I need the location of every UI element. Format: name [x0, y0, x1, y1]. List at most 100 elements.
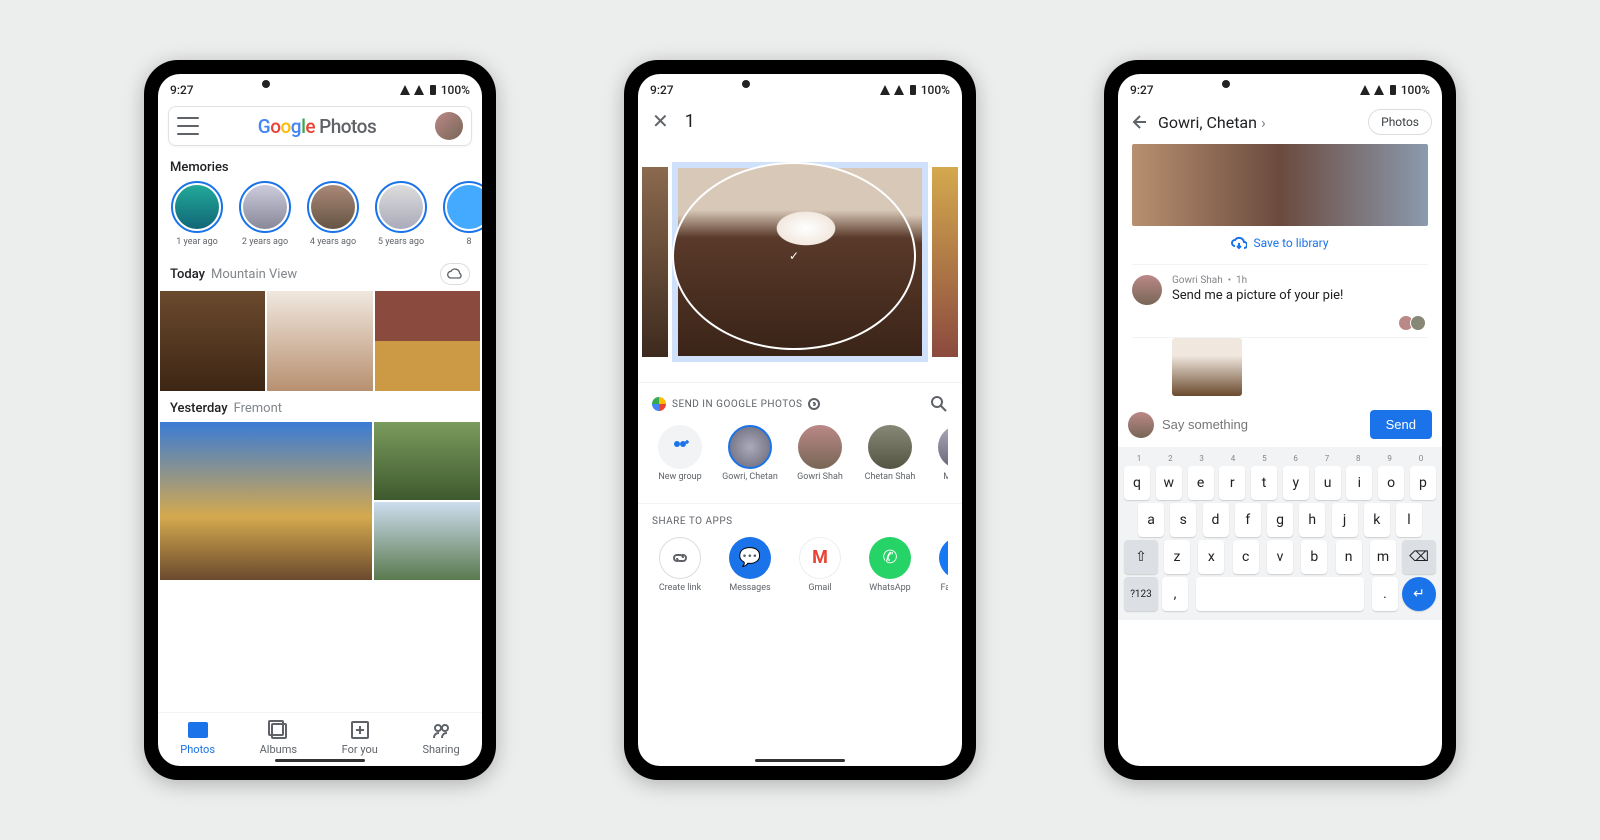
contact-item[interactable]: Chetan Shah	[862, 425, 918, 483]
shift-key[interactable]: ⇧	[1124, 540, 1158, 574]
app-create-link[interactable]: Create link	[652, 537, 708, 593]
google-photos-icon	[652, 397, 666, 411]
tab-sharing[interactable]: Sharing	[422, 719, 459, 756]
chat-title[interactable]: Gowri, Chetan›	[1158, 113, 1266, 132]
contact-item[interactable]: Mark Ch	[932, 425, 948, 483]
memory-item[interactable]: 5 years ago	[372, 181, 430, 247]
letter-key[interactable]: w	[1156, 466, 1182, 500]
send-button[interactable]: Send	[1370, 410, 1432, 439]
memory-item[interactable]: 2 years ago	[236, 181, 294, 247]
share-apps-label: SHARE TO APPS	[652, 516, 733, 527]
letter-key[interactable]: u	[1315, 466, 1341, 500]
shared-photo[interactable]	[1132, 144, 1428, 226]
memory-item[interactable]: 1 year ago	[168, 181, 226, 247]
memory-item[interactable]: 8	[440, 181, 482, 247]
comma-key[interactable]: ,	[1162, 577, 1188, 611]
key-hint: 3	[1189, 454, 1215, 463]
contacts-row: New group Gowri, Chetan Gowri Shah Cheta…	[652, 413, 948, 497]
backup-icon[interactable]	[440, 263, 470, 285]
search-icon[interactable]	[930, 395, 948, 413]
tab-albums[interactable]: Albums	[260, 719, 297, 756]
letter-key[interactable]: c	[1233, 540, 1259, 574]
letter-key[interactable]: n	[1336, 540, 1362, 574]
letter-key[interactable]: i	[1346, 466, 1372, 500]
sender-avatar[interactable]	[1132, 275, 1162, 305]
letter-key[interactable]: z	[1164, 540, 1190, 574]
help-icon[interactable]	[808, 398, 820, 410]
attached-photo[interactable]	[1172, 338, 1242, 396]
letter-key[interactable]: j	[1332, 503, 1358, 537]
app-gmail[interactable]: MGmail	[792, 537, 848, 593]
period-key[interactable]: .	[1372, 577, 1398, 611]
photo-selected[interactable]: ✓	[672, 162, 928, 362]
letter-key[interactable]: b	[1301, 540, 1327, 574]
selection-header: ✕ 1	[638, 100, 962, 142]
key-hint: 6	[1283, 454, 1309, 463]
letter-key[interactable]: t	[1251, 466, 1277, 500]
profile-avatar[interactable]	[435, 112, 463, 140]
tab-for-you[interactable]: For you	[342, 719, 378, 756]
letter-key[interactable]: h	[1299, 503, 1325, 537]
photo-thumb[interactable]	[267, 291, 372, 391]
letter-key[interactable]: o	[1378, 466, 1404, 500]
home-indicator	[275, 759, 365, 762]
status-bar: 9:27 100%	[638, 74, 962, 100]
letter-key[interactable]: y	[1283, 466, 1309, 500]
key-hint: 0	[1408, 454, 1434, 463]
letter-key[interactable]: l	[1396, 503, 1422, 537]
photo-thumb[interactable]	[160, 422, 372, 580]
back-icon[interactable]	[1128, 112, 1148, 132]
tab-photos[interactable]: Photos	[180, 719, 215, 756]
letter-key[interactable]: k	[1364, 503, 1390, 537]
backspace-key[interactable]: ⌫	[1402, 540, 1436, 574]
app-facebook[interactable]: fFacebook	[932, 537, 948, 593]
day-header-yesterday: Yesterday Fremont	[158, 391, 482, 422]
letter-key[interactable]: s	[1170, 503, 1196, 537]
status-icons: 100%	[399, 83, 470, 97]
symbols-key[interactable]: ?123	[1124, 577, 1158, 611]
status-time: 9:27	[650, 83, 674, 97]
key-hint: 8	[1345, 454, 1371, 463]
photo-grid-yesterday	[158, 422, 482, 580]
phone-share: 9:27 100% ✕ 1 ✓ SEND IN GOOGLE PHOTOS	[624, 60, 976, 780]
space-key[interactable]	[1196, 577, 1364, 611]
bottom-tabs: Photos Albums For you Sharing	[158, 712, 482, 766]
letter-key[interactable]: e	[1188, 466, 1214, 500]
new-group-button[interactable]: New group	[652, 425, 708, 483]
contact-item[interactable]: Gowri, Chetan	[722, 425, 778, 483]
photo-thumb[interactable]	[374, 502, 480, 580]
photo-thumb[interactable]	[374, 422, 480, 500]
composer-input[interactable]	[1162, 417, 1362, 432]
letter-key[interactable]: f	[1235, 503, 1261, 537]
photo-thumb[interactable]	[932, 167, 958, 357]
menu-icon[interactable]	[177, 117, 199, 135]
letter-key[interactable]: a	[1138, 503, 1164, 537]
photo-thumb[interactable]	[642, 167, 668, 357]
app-whatsapp[interactable]: ✆WhatsApp	[862, 537, 918, 593]
letter-key[interactable]: g	[1267, 503, 1293, 537]
search-bar[interactable]: Google Photos	[168, 106, 472, 146]
photo-thumb[interactable]	[160, 291, 265, 391]
letter-key[interactable]: v	[1267, 540, 1293, 574]
save-to-library[interactable]: Save to library	[1132, 226, 1428, 265]
letter-key[interactable]: m	[1370, 540, 1396, 574]
letter-key[interactable]: d	[1203, 503, 1229, 537]
send-label: SEND IN GOOGLE PHOTOS	[672, 399, 802, 410]
letter-key[interactable]: q	[1124, 466, 1150, 500]
letter-key[interactable]: x	[1198, 540, 1224, 574]
contact-item[interactable]: Gowri Shah	[792, 425, 848, 483]
letter-key[interactable]: r	[1219, 466, 1245, 500]
close-icon[interactable]: ✕	[652, 111, 669, 131]
message-meta: Gowri Shah • 1h	[1172, 275, 1343, 286]
status-time: 9:27	[1130, 83, 1154, 97]
day-header-today: Today Mountain View	[158, 253, 482, 291]
app-messages[interactable]: 💬Messages	[722, 537, 778, 593]
memory-item[interactable]: 4 years ago	[304, 181, 362, 247]
photos-button[interactable]: Photos	[1368, 109, 1432, 135]
photo-thumb[interactable]	[375, 291, 480, 391]
status-bar: 9:27 100%	[158, 74, 482, 100]
letter-key[interactable]: p	[1410, 466, 1436, 500]
message: Gowri Shah • 1h Send me a picture of you…	[1118, 265, 1442, 315]
enter-key[interactable]: ↵	[1402, 577, 1436, 611]
my-avatar	[1128, 412, 1154, 438]
